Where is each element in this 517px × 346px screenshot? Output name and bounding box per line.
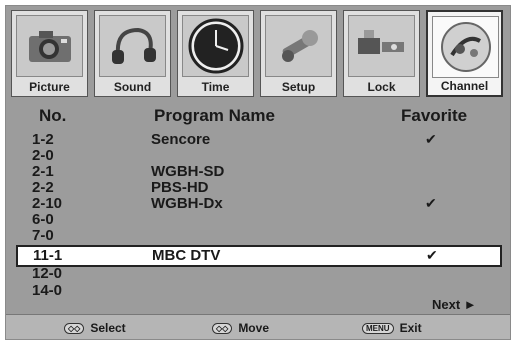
left-right-keys-icon: ◇◇ (212, 323, 233, 335)
wrench-icon (265, 15, 332, 77)
column-header-program-name: Program Name (154, 106, 275, 125)
channel-row[interactable]: 7-0 (17, 227, 500, 245)
favorite-check-icon: ✔ (425, 195, 437, 211)
tab-sound[interactable]: Sound (94, 10, 171, 97)
exit-hint: MENU Exit (362, 321, 422, 335)
tab-label: Lock (367, 80, 396, 94)
move-label: Move (238, 321, 269, 335)
tab-label: Picture (29, 80, 70, 94)
select-hint: ◇◇ Select (64, 321, 126, 335)
tab-picture[interactable]: Picture (11, 10, 88, 97)
headphones-icon (99, 15, 166, 77)
satellite-dish-icon (432, 16, 499, 78)
channel-row[interactable]: 12-0 (17, 265, 500, 283)
camera-icon (16, 15, 83, 77)
favorite-check-icon: ✔ (425, 131, 437, 147)
clock-icon (182, 15, 249, 77)
tab-label: Sound (113, 80, 152, 94)
channel-row[interactable]: 11-1 MBC DTV ✔ (16, 245, 502, 267)
lock-icon (348, 15, 415, 77)
tab-channel[interactable]: Channel (426, 10, 503, 97)
select-label: Select (90, 321, 126, 335)
next-page-button[interactable]: Next ► (432, 297, 477, 312)
channel-number: 11-1 (33, 247, 63, 264)
tab-time[interactable]: Time (177, 10, 254, 97)
tab-setup[interactable]: Setup (260, 10, 337, 97)
favorite-check-icon: ✔ (426, 247, 438, 263)
exit-label: Exit (399, 321, 422, 335)
channel-number: 14-0 (32, 282, 63, 299)
tab-label: Setup (281, 80, 316, 94)
column-header-no: No. (39, 106, 67, 125)
channel-number: 12-0 (32, 265, 63, 282)
channel-number: 7-0 (32, 227, 54, 244)
tab-label: Channel (440, 79, 489, 93)
menu-key-icon: MENU (362, 323, 394, 335)
column-header-favorite: Favorite (401, 106, 468, 125)
program-name: MBC DTV (152, 247, 221, 264)
move-hint: ◇◇ Move (212, 321, 269, 335)
channel-row[interactable]: 14-0 (17, 282, 500, 300)
up-down-keys-icon: ◇◇ (64, 323, 85, 335)
menu-tabs: Picture Sound Time Setup Lock Channel (11, 10, 505, 103)
osd-screen: Picture Sound Time Setup Lock Channel No… (5, 5, 511, 340)
footer-hints: ◇◇ Select ◇◇ Move MENU Exit (6, 314, 510, 339)
tab-lock[interactable]: Lock (343, 10, 420, 97)
tab-label: Time (201, 80, 230, 94)
